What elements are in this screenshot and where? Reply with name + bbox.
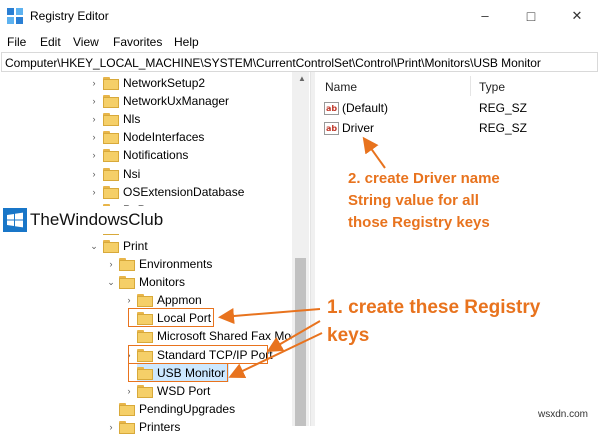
site-footer-text: wsxdn.com [538, 409, 589, 420]
annotation-2-line-3: those Registry keys [348, 214, 490, 231]
annotation-arrows [218, 136, 386, 379]
arrow-to-usb-monitor [228, 332, 323, 379]
annotation-1-line-2: keys [327, 325, 370, 346]
annotation-1-line-1: 1. create these Registry [327, 297, 541, 318]
arrow-to-driver-value [362, 136, 386, 169]
annotation-2-line-1: 2. create Driver name [348, 170, 500, 187]
annotation-2-line-2: String value for all [348, 192, 479, 209]
arrow-to-local-port [218, 308, 321, 324]
